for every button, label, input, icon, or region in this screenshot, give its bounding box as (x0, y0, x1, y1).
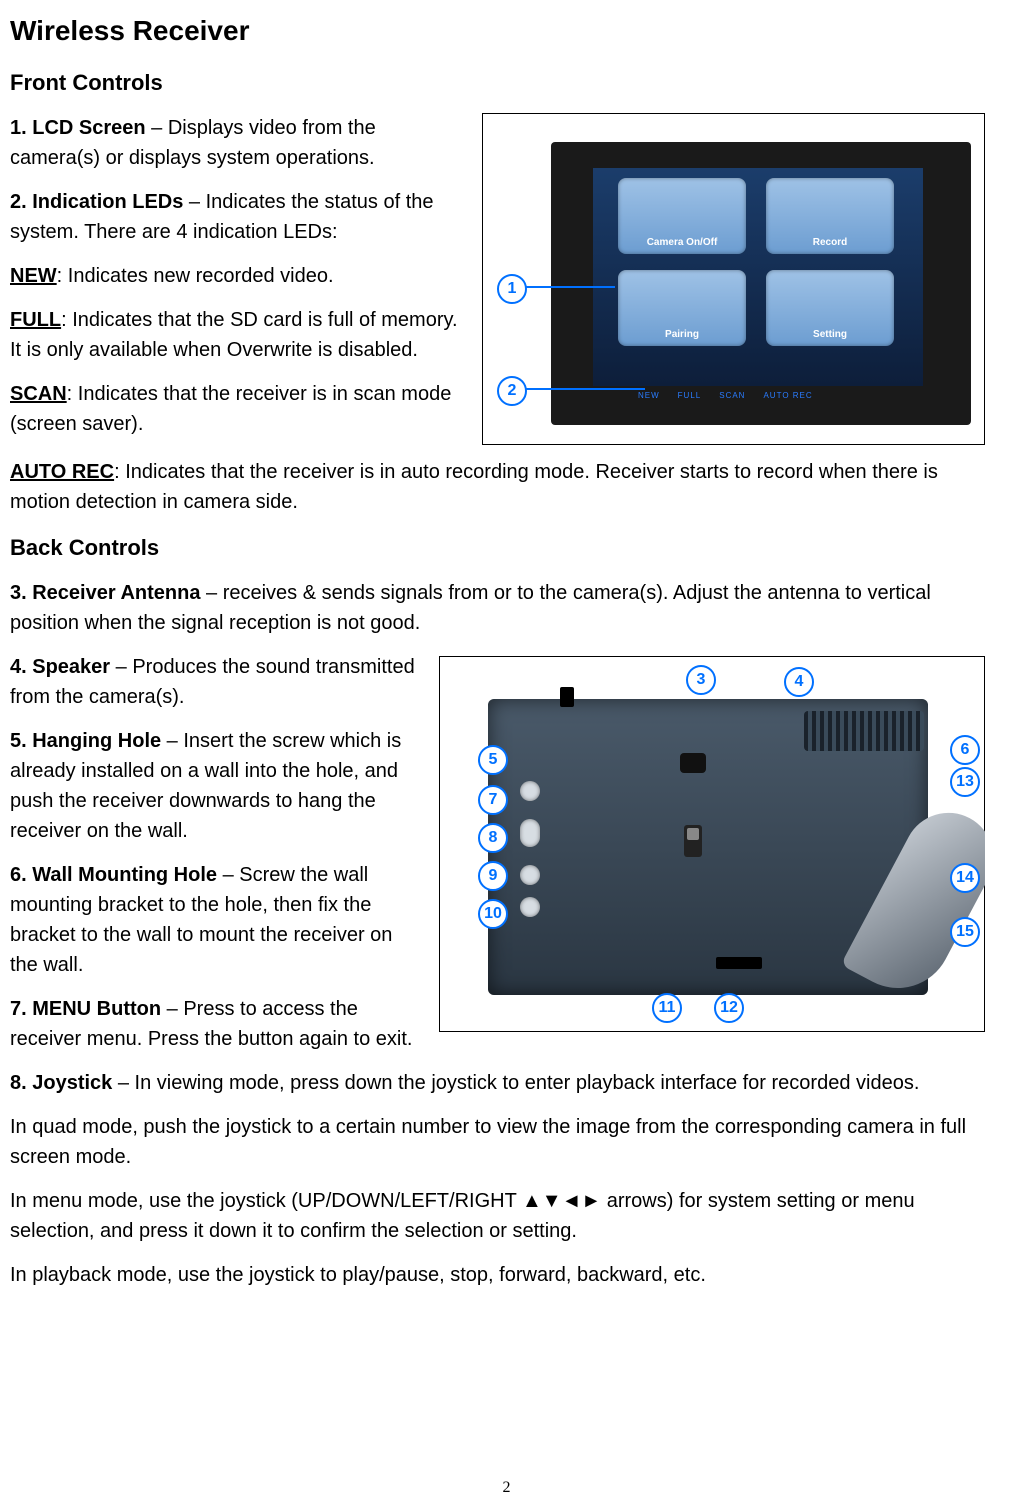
item-antenna-label: 3. Receiver Antenna (10, 582, 200, 604)
volume-down-icon (520, 897, 540, 917)
antenna-stub (560, 687, 574, 707)
page-title: Wireless Receiver (10, 10, 985, 52)
menu-tile-pairing: Pairing (618, 270, 746, 346)
section-front-controls: Front Controls (10, 66, 985, 99)
callout-15: 15 (950, 917, 980, 947)
callout-10: 10 (478, 899, 508, 929)
callout-9: 9 (478, 861, 508, 891)
menu-tile-record: Record (766, 178, 894, 254)
callout-6: 6 (950, 735, 980, 765)
hanging-hole (680, 753, 706, 773)
menu-tile-setting: Setting (766, 270, 894, 346)
led-scan: SCAN (719, 390, 745, 402)
callout-12: 12 (714, 993, 744, 1023)
stand-illustration (838, 807, 985, 1007)
led-new: NEW (638, 390, 660, 402)
item-joystick-text: – In viewing mode, press down the joysti… (112, 1072, 919, 1094)
led-autorec: AUTO REC (763, 390, 812, 402)
item-full-label: FULL (10, 309, 61, 331)
callout-7: 7 (478, 785, 508, 815)
figure-back-view: 3 4 5 6 7 8 9 10 11 12 13 14 15 (439, 656, 985, 1032)
speaker-grille (804, 711, 924, 751)
item-wall-mount-label: 6. Wall Mounting Hole (10, 864, 217, 886)
item-autorec-text: : Indicates that the receiver is in auto… (10, 461, 938, 513)
item-menu-button-label: 7. MENU Button (10, 998, 161, 1020)
led-full: FULL (678, 390, 702, 402)
page-number: 2 (0, 1476, 1013, 1500)
callout-14: 14 (950, 863, 980, 893)
volume-up-icon (520, 865, 540, 885)
power-switch-icon (684, 825, 702, 857)
item-joystick-p2: In quad mode, push the joystick to a cer… (10, 1112, 985, 1172)
callout-8: 8 (478, 823, 508, 853)
item-joystick-p4: In playback mode, use the joystick to pl… (10, 1260, 985, 1290)
menu-button-icon (520, 781, 540, 801)
led-bar: NEW FULL SCAN AUTO REC (638, 390, 929, 402)
sd-slot (716, 957, 762, 969)
callout-13: 13 (950, 767, 980, 797)
item-scan-label: SCAN (10, 383, 67, 405)
item-full-text: : Indicates that the SD card is full of … (10, 309, 458, 361)
item-lcd-label: 1. LCD Screen (10, 117, 146, 139)
item-joystick: 8. Joystick – In viewing mode, press dow… (10, 1068, 985, 1098)
callout-lead-2 (525, 388, 645, 390)
callout-lead-1 (525, 286, 615, 288)
item-new-label: NEW (10, 265, 57, 287)
callout-3: 3 (686, 665, 716, 695)
callout-11: 11 (652, 993, 682, 1023)
callout-2: 2 (497, 376, 527, 406)
item-speaker-label: 4. Speaker (10, 656, 110, 678)
item-autorec: AUTO REC: Indicates that the receiver is… (10, 457, 985, 517)
item-hanging-hole-label: 5. Hanging Hole (10, 730, 161, 752)
callout-5: 5 (478, 745, 508, 775)
menu-tile-camera-onoff: Camera On/Off (618, 178, 746, 254)
item-joystick-label: 8. Joystick (10, 1072, 112, 1094)
item-antenna: 3. Receiver Antenna – receives & sends s… (10, 578, 985, 638)
callout-1: 1 (497, 274, 527, 304)
item-joystick-p3: In menu mode, use the joystick (UP/DOWN/… (10, 1186, 985, 1246)
item-autorec-label: AUTO REC (10, 461, 114, 483)
item-scan-text: : Indicates that the receiver is in scan… (10, 383, 451, 435)
item-new-text: : Indicates new recorded video. (57, 265, 334, 287)
section-back-controls: Back Controls (10, 531, 985, 564)
joystick-icon (520, 819, 540, 847)
item-leds-label: 2. Indication LEDs (10, 191, 183, 213)
figure-front-view: Camera On/Off Record Pairing Setting NEW… (482, 113, 985, 445)
callout-4: 4 (784, 667, 814, 697)
